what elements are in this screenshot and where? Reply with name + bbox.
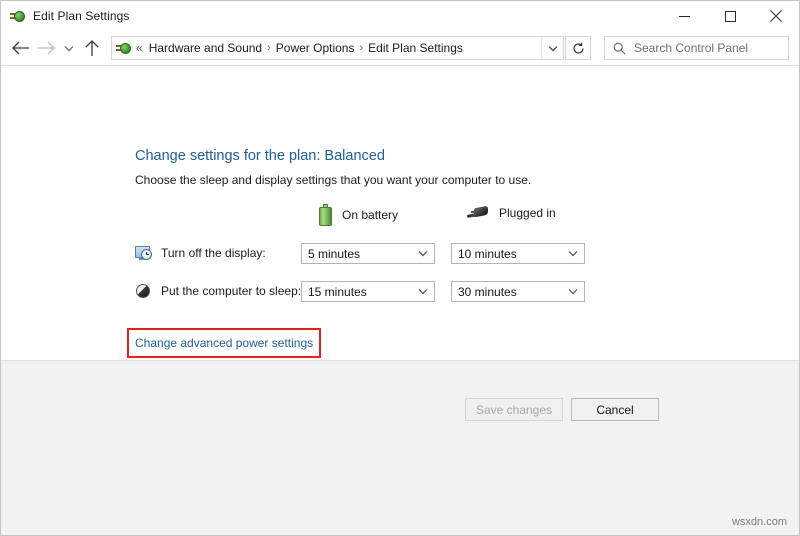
maximize-button[interactable] bbox=[707, 1, 753, 31]
watermark: wsxdn.com bbox=[732, 516, 787, 528]
power-plug-icon bbox=[10, 8, 26, 24]
dropdown-value: 5 minutes bbox=[308, 247, 360, 261]
setting-row-label: Turn off the display: bbox=[161, 246, 266, 260]
up-arrow-icon[interactable] bbox=[79, 35, 105, 61]
minimize-button[interactable] bbox=[661, 1, 707, 31]
chevron-down-icon bbox=[418, 282, 428, 301]
address-bar[interactable]: « Hardware and Sound › Power Options › E… bbox=[111, 36, 564, 60]
column-header-label: Plugged in bbox=[499, 206, 556, 220]
search-placeholder: Search Control Panel bbox=[634, 41, 748, 55]
dropdown-sleep-plugged-in[interactable]: 30 minutes bbox=[451, 281, 585, 302]
cancel-button[interactable]: Cancel bbox=[571, 398, 659, 421]
edit-plan-settings-window: Edit Plan Settings bbox=[0, 0, 800, 536]
column-header-on-battery: On battery bbox=[319, 204, 398, 226]
chevron-down-icon bbox=[418, 244, 428, 263]
power-plug-icon bbox=[467, 204, 489, 222]
dropdown-value: 15 minutes bbox=[308, 285, 367, 299]
breadcrumb-item-power-options[interactable]: Power Options bbox=[272, 41, 359, 55]
battery-icon bbox=[319, 204, 332, 226]
link-change-advanced-power-settings[interactable]: Change advanced power settings bbox=[135, 336, 313, 350]
forward-arrow-icon[interactable] bbox=[33, 35, 59, 61]
page-title: Change settings for the plan: Balanced bbox=[135, 148, 385, 164]
breadcrumb: « Hardware and Sound › Power Options › E… bbox=[135, 41, 541, 55]
setting-row-put-computer-to-sleep: Put the computer to sleep: bbox=[135, 282, 301, 300]
breadcrumb-item-edit-plan-settings[interactable]: Edit Plan Settings bbox=[364, 41, 467, 55]
column-header-plugged-in: Plugged in bbox=[467, 204, 556, 222]
dropdown-turn-off-display-plugged-in[interactable]: 10 minutes bbox=[451, 243, 585, 264]
breadcrumb-overflow-icon[interactable]: « bbox=[135, 41, 145, 55]
chevron-down-icon bbox=[568, 244, 578, 263]
dropdown-sleep-on-battery[interactable]: 15 minutes bbox=[301, 281, 435, 302]
navigation-toolbar: « Hardware and Sound › Power Options › E… bbox=[1, 31, 799, 66]
search-icon bbox=[613, 42, 626, 55]
save-changes-button[interactable]: Save changes bbox=[465, 398, 563, 421]
breadcrumb-item-hardware-and-sound[interactable]: Hardware and Sound bbox=[145, 41, 266, 55]
search-input[interactable]: Search Control Panel bbox=[604, 36, 789, 60]
dropdown-turn-off-display-on-battery[interactable]: 5 minutes bbox=[301, 243, 435, 264]
page-subtitle: Choose the sleep and display settings th… bbox=[135, 173, 531, 187]
recent-locations-chevron-icon[interactable] bbox=[59, 35, 79, 61]
main-content: Change settings for the plan: Balanced C… bbox=[1, 66, 799, 535]
refresh-icon[interactable] bbox=[565, 36, 591, 60]
footer-bar: Save changes Cancel wsxdn.com bbox=[1, 361, 799, 535]
chevron-down-icon[interactable] bbox=[541, 37, 563, 59]
sleep-moon-icon bbox=[135, 282, 153, 300]
monitor-clock-icon bbox=[135, 244, 153, 262]
chevron-down-icon bbox=[568, 282, 578, 301]
close-button[interactable] bbox=[753, 1, 799, 31]
footer-buttons: Save changes Cancel bbox=[465, 398, 659, 421]
dropdown-value: 30 minutes bbox=[458, 285, 517, 299]
setting-row-label: Put the computer to sleep: bbox=[161, 284, 301, 298]
title-bar: Edit Plan Settings bbox=[1, 1, 799, 31]
column-header-label: On battery bbox=[342, 208, 398, 222]
back-arrow-icon[interactable] bbox=[7, 35, 33, 61]
dropdown-value: 10 minutes bbox=[458, 247, 517, 261]
power-plug-icon bbox=[116, 40, 132, 56]
window-title: Edit Plan Settings bbox=[33, 9, 130, 23]
setting-row-turn-off-display: Turn off the display: bbox=[135, 244, 266, 262]
window-controls bbox=[661, 1, 799, 31]
